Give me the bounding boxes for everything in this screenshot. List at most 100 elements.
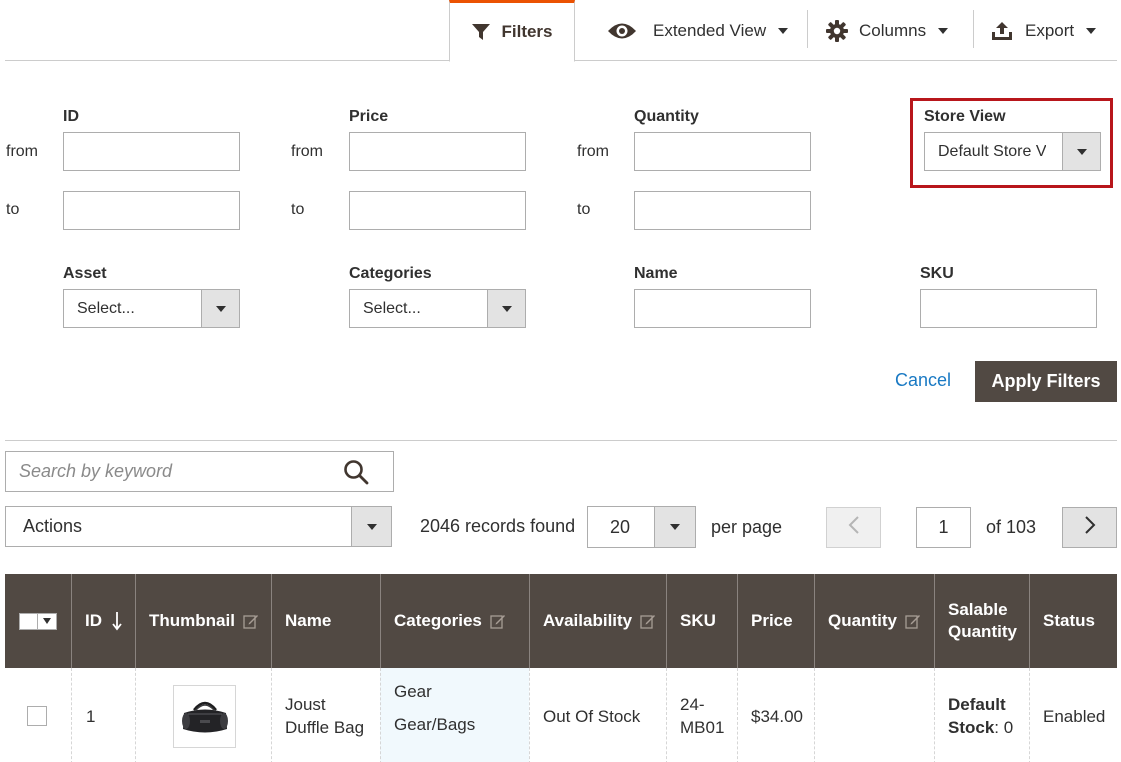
- product-thumbnail[interactable]: [173, 684, 236, 748]
- mass-select-header[interactable]: [5, 574, 71, 668]
- column-header-quantity[interactable]: Quantity: [814, 574, 934, 668]
- asset-value: Select...: [77, 299, 135, 317]
- status-cell: Enabled: [1029, 668, 1117, 762]
- column-header-categories[interactable]: Categories: [380, 574, 529, 668]
- price-filter-label: Price: [349, 108, 389, 125]
- column-header-id[interactable]: ID: [71, 574, 135, 668]
- asset-filter-label: Asset: [63, 265, 107, 282]
- edit-icon: [490, 613, 506, 629]
- from-label: from: [577, 143, 609, 160]
- chevron-down-icon: [201, 290, 239, 327]
- column-label: Categories: [394, 611, 482, 630]
- mass-select-checkbox[interactable]: [19, 612, 57, 630]
- view-switcher[interactable]: Extended View: [607, 0, 805, 61]
- per-page-value: 20: [610, 516, 631, 537]
- quantity-filter-label: Quantity: [634, 108, 699, 125]
- search-icon[interactable]: [343, 459, 369, 490]
- mass-actions-select[interactable]: Actions: [5, 506, 392, 547]
- availability-cell: Out Of Stock: [529, 668, 666, 762]
- id-from-input[interactable]: [63, 132, 240, 171]
- column-label: Name: [285, 611, 332, 630]
- quantity-cell: [814, 668, 934, 762]
- chevron-down-icon: [654, 507, 695, 547]
- store-view-select[interactable]: Default Store View: [924, 132, 1101, 171]
- checkbox[interactable]: [19, 612, 38, 630]
- sku-line: 24-: [680, 695, 705, 714]
- chevron-down-icon: [778, 27, 789, 34]
- name-filter-label: Name: [634, 265, 678, 282]
- column-label: Salable: [948, 600, 1008, 619]
- categories-cell: Gear Gear/Bags: [380, 668, 529, 762]
- keyword-search: [5, 451, 394, 492]
- product-name-line: Duffle Bag: [285, 718, 365, 737]
- price-to-input[interactable]: [349, 191, 526, 230]
- gear-icon: [825, 19, 849, 43]
- column-header-status[interactable]: Status: [1029, 574, 1117, 668]
- column-header-name[interactable]: Name: [271, 574, 380, 668]
- product-name-line: Joust: [285, 695, 326, 714]
- divider: [5, 440, 1117, 441]
- grid-header: ID Thumbnail Name Categories Availabilit…: [5, 574, 1117, 668]
- categories-select[interactable]: Select...: [349, 289, 526, 328]
- price-cell: $34.00: [737, 668, 814, 762]
- salable-source: Stock: [948, 718, 995, 737]
- salable-value: : 0: [994, 718, 1014, 737]
- apply-filters-button[interactable]: Apply Filters: [975, 361, 1117, 402]
- per-page-select[interactable]: 20: [587, 506, 696, 548]
- filters-label: Filters: [501, 22, 553, 41]
- total-pages-label: of 103: [986, 517, 1037, 537]
- to-label: to: [577, 201, 591, 218]
- column-label: Availability: [543, 611, 633, 630]
- column-label: Status: [1043, 611, 1095, 630]
- name-cell: Joust Duffle Bag: [271, 668, 380, 762]
- divider: [973, 10, 974, 48]
- row-select-cell: [5, 668, 71, 762]
- categories-value: Select...: [363, 299, 421, 317]
- column-header-availability[interactable]: Availability: [529, 574, 666, 668]
- sku-filter-input[interactable]: [920, 289, 1097, 328]
- column-header-salable-quantity[interactable]: Salable Quantity: [934, 574, 1029, 668]
- edit-icon: [640, 613, 656, 629]
- column-header-thumbnail[interactable]: Thumbnail: [135, 574, 271, 668]
- grid-toolbar: Filters Extended View Columns Export: [5, 0, 1117, 62]
- columns-label: Columns: [859, 20, 927, 40]
- page-number-input[interactable]: 1: [916, 507, 971, 548]
- store-view-value: Default Store View: [938, 142, 1046, 160]
- price-from-input[interactable]: [349, 132, 526, 171]
- thumbnail-cell: [135, 668, 271, 762]
- sort-down-icon: [112, 611, 122, 631]
- asset-select[interactable]: Select...: [63, 289, 240, 328]
- to-label: to: [6, 201, 20, 218]
- filter-icon: [471, 22, 491, 42]
- category-item: Gear: [394, 682, 432, 701]
- previous-page-button[interactable]: [826, 507, 881, 548]
- sku-cell: 24- MB01: [666, 668, 737, 762]
- chevron-down-icon: [1086, 27, 1097, 34]
- table-row[interactable]: 1 Joust Duffle Bag Gear Gear/Bags Out Of…: [5, 668, 1117, 762]
- filters-tab[interactable]: Filters: [449, 0, 575, 62]
- quantity-to-input[interactable]: [634, 191, 811, 230]
- export-icon: [991, 21, 1013, 41]
- next-page-button[interactable]: [1062, 507, 1117, 548]
- edit-icon: [243, 613, 259, 629]
- columns-dropdown[interactable]: Columns: [825, 0, 971, 61]
- column-header-sku[interactable]: SKU: [666, 574, 737, 668]
- chevron-down-icon: [351, 507, 391, 546]
- name-filter-input[interactable]: [634, 289, 811, 328]
- categories-filter-label: Categories: [349, 265, 432, 282]
- chevron-left-icon: [848, 516, 860, 539]
- id-to-input[interactable]: [63, 191, 240, 230]
- id-filter-label: ID: [63, 108, 79, 125]
- quantity-from-input[interactable]: [634, 132, 811, 171]
- from-label: from: [291, 143, 323, 160]
- column-header-price[interactable]: Price: [737, 574, 814, 668]
- column-label: Quantity: [828, 611, 897, 630]
- column-label: Thumbnail: [149, 611, 235, 630]
- row-checkbox[interactable]: [27, 706, 47, 726]
- search-input[interactable]: [7, 453, 327, 490]
- cancel-filters-link[interactable]: Cancel: [895, 370, 951, 391]
- chevron-down-icon[interactable]: [38, 612, 57, 630]
- export-dropdown[interactable]: Export: [991, 0, 1111, 61]
- column-label: Quantity: [948, 622, 1017, 641]
- id-cell: 1: [71, 668, 135, 762]
